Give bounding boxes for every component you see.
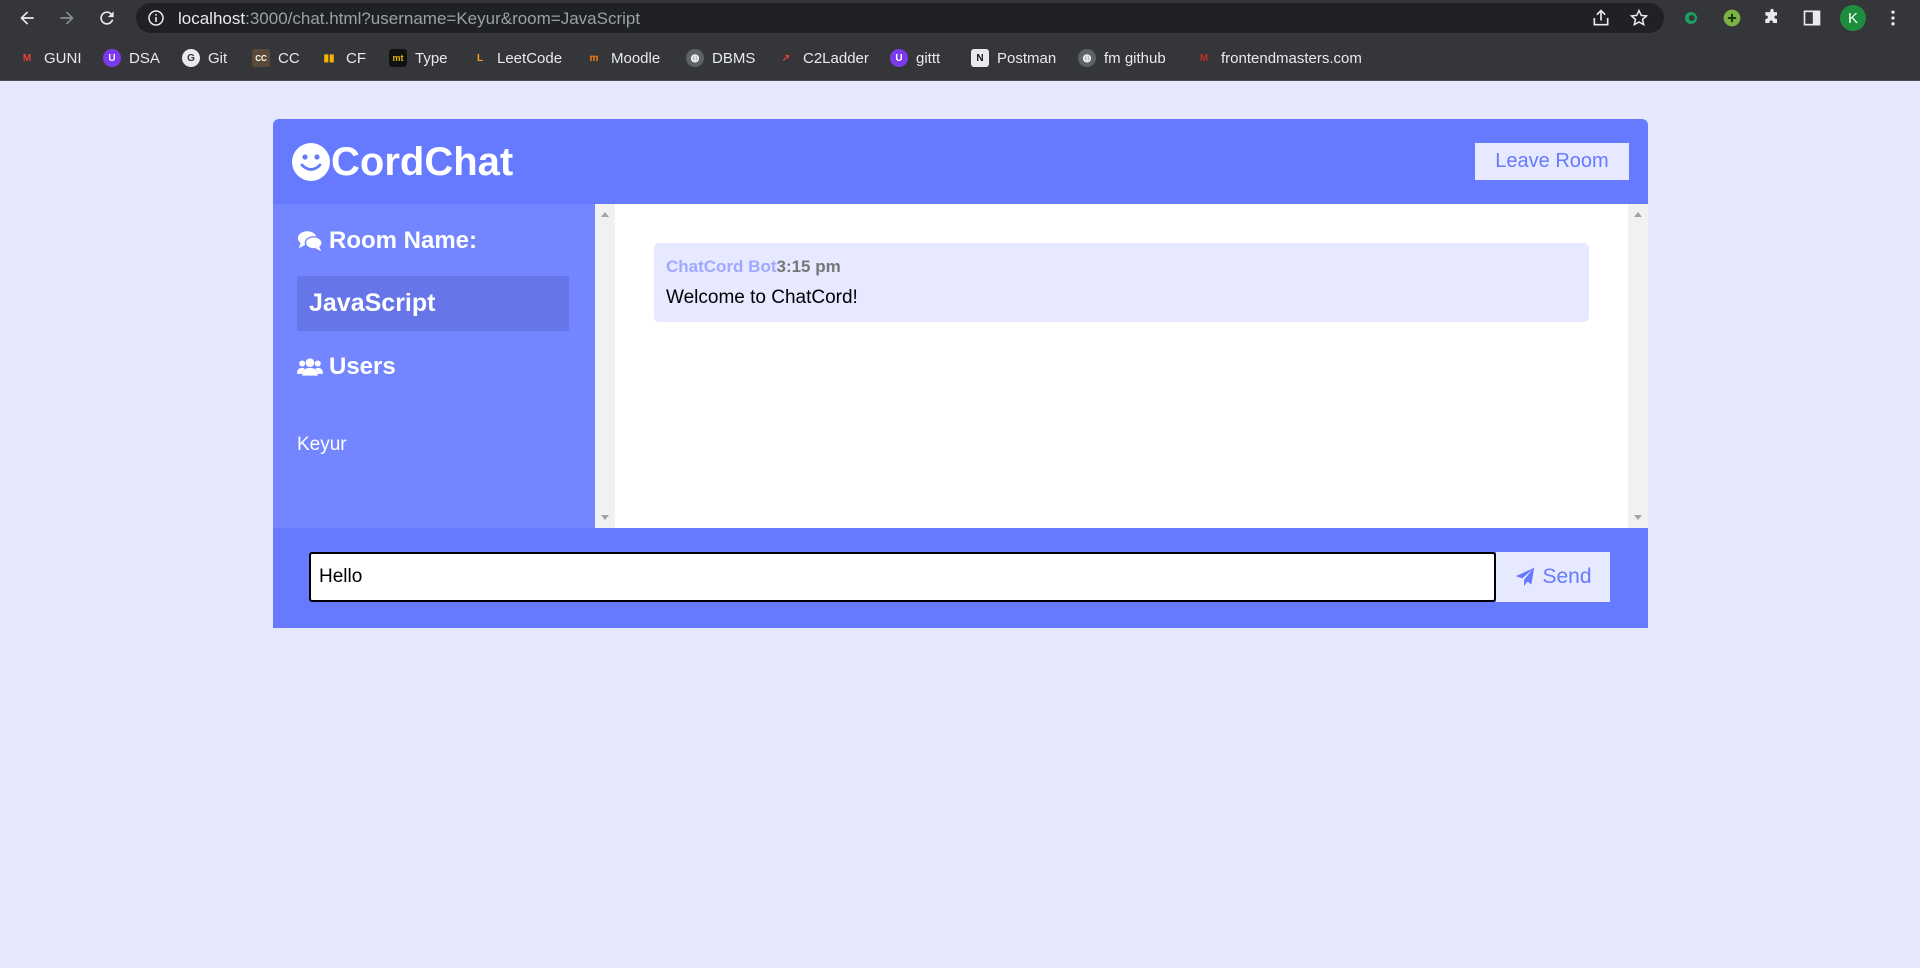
globe-icon: ◍ bbox=[1078, 49, 1096, 67]
message-time: 3:15 pm bbox=[776, 257, 841, 276]
bookmark-item[interactable]: ▮▮ CF bbox=[320, 47, 366, 69]
forward-arrow-icon bbox=[60, 11, 74, 25]
scroll-up-arrow-icon[interactable] bbox=[601, 212, 609, 217]
url-text: localhost:3000/chat.html?username=Keyur&… bbox=[178, 9, 641, 28]
bookmark-item[interactable]: G Git bbox=[182, 47, 227, 69]
extension-edge-button[interactable] bbox=[1678, 5, 1704, 31]
address-bar[interactable]: localhost:3000/chat.html?username=Keyur&… bbox=[136, 3, 1664, 33]
globe-icon: ◍ bbox=[686, 49, 704, 67]
users-title: Users bbox=[297, 352, 396, 382]
reload-icon bbox=[100, 11, 114, 25]
chat-form: Send bbox=[273, 528, 1648, 628]
paper-plane-icon bbox=[1516, 567, 1535, 587]
bookmark-item[interactable]: ↗ C2Ladder bbox=[777, 47, 869, 69]
message: ChatCord Bot3:15 pm Welcome to ChatCord! bbox=[654, 243, 1589, 322]
scroll-up-arrow-icon[interactable] bbox=[1634, 212, 1642, 217]
bookmark-item[interactable]: U DSA bbox=[103, 47, 160, 69]
forward-button[interactable] bbox=[54, 5, 80, 31]
side-panel-button[interactable] bbox=[1799, 5, 1825, 31]
user-list-item: Keyur bbox=[297, 434, 347, 455]
monkeytype-icon: mt bbox=[389, 49, 407, 67]
chat-sidebar: Room Name: JavaScript Users Keyur bbox=[273, 204, 595, 528]
side-panel-icon bbox=[1803, 10, 1821, 26]
edge-extension-icon bbox=[1685, 12, 1697, 24]
message-text: Welcome to ChatCord! bbox=[666, 287, 858, 308]
message-meta: ChatCord Bot3:15 pm bbox=[666, 257, 841, 277]
bookmark-item[interactable]: N Postman bbox=[971, 47, 1056, 69]
left-scrollbar[interactable] bbox=[595, 204, 615, 528]
extensions-button[interactable] bbox=[1759, 5, 1785, 31]
codeforces-icon: ▮▮ bbox=[323, 52, 335, 64]
codechef-icon: CC bbox=[252, 49, 270, 67]
bookmarks-bar: M GUNI U DSA G Git CC CC ▮▮ CF mt Type L LeetCo… bbox=[0, 35, 1920, 81]
moodle-icon: m bbox=[589, 52, 599, 64]
plus-extension-icon bbox=[1723, 9, 1741, 27]
bookmark-item[interactable]: Mfrontendmasters.com bbox=[1195, 47, 1362, 69]
users-icon bbox=[297, 358, 323, 376]
github-icon: G bbox=[182, 49, 200, 67]
bookmark-item[interactable]: CC CC bbox=[252, 47, 300, 69]
leetcode-icon: L bbox=[476, 52, 484, 64]
frontendmasters-icon: M bbox=[1199, 52, 1209, 64]
bookmark-item[interactable]: ◍ DBMS bbox=[686, 47, 755, 69]
bookmark-item[interactable]: L LeetCode bbox=[471, 47, 562, 69]
site-info-icon[interactable] bbox=[148, 10, 164, 26]
comments-icon bbox=[297, 231, 323, 252]
kebab-menu-icon bbox=[1891, 10, 1895, 26]
bookmark-star-button[interactable] bbox=[1626, 5, 1652, 31]
profile-avatar[interactable]: K bbox=[1840, 5, 1866, 31]
back-button[interactable] bbox=[14, 5, 40, 31]
chat-messages[interactable]: ChatCord Bot3:15 pm Welcome to ChatCord! bbox=[595, 204, 1648, 528]
share-icon bbox=[1593, 9, 1609, 26]
gmail-icon: M bbox=[22, 52, 32, 64]
scroll-down-arrow-icon[interactable] bbox=[601, 515, 609, 520]
extension-plus-button[interactable] bbox=[1719, 5, 1745, 31]
message-username: ChatCord Bot bbox=[666, 257, 777, 276]
room-name: JavaScript bbox=[297, 276, 569, 331]
bookmark-item[interactable]: M GUNI bbox=[18, 47, 82, 69]
room-title: Room Name: bbox=[297, 226, 477, 256]
scroll-down-arrow-icon[interactable] bbox=[1634, 515, 1642, 520]
app-title: CordChat bbox=[331, 139, 514, 184]
bookmark-item[interactable]: Ugittt bbox=[890, 47, 940, 69]
back-arrow-icon bbox=[20, 11, 34, 25]
udemy-icon: U bbox=[890, 49, 908, 67]
share-button[interactable] bbox=[1588, 5, 1614, 31]
reload-button[interactable] bbox=[94, 5, 120, 31]
notion-icon: N bbox=[971, 49, 989, 67]
message-input[interactable] bbox=[309, 552, 1496, 602]
browser-menu-button[interactable] bbox=[1880, 5, 1906, 31]
chat-header: CordChat Leave Room bbox=[273, 119, 1648, 204]
leave-room-button[interactable]: Leave Room bbox=[1475, 143, 1629, 180]
bookmark-item[interactable]: mt Type bbox=[389, 47, 448, 69]
send-button[interactable]: Send bbox=[1496, 552, 1610, 602]
bookmark-item[interactable]: ◍ fm github bbox=[1078, 47, 1166, 69]
chat-container: CordChat Leave Room Room Name: JavaScrip… bbox=[273, 119, 1648, 628]
c2ladder-icon: ↗ bbox=[781, 52, 791, 64]
bookmark-item[interactable]: m Moodle bbox=[585, 47, 661, 69]
star-icon bbox=[1629, 8, 1649, 27]
smiley-icon bbox=[292, 143, 330, 181]
app-logo: CordChat bbox=[291, 139, 513, 185]
right-scrollbar[interactable] bbox=[1628, 204, 1648, 528]
browser-toolbar: localhost:3000/chat.html?username=Keyur&… bbox=[0, 0, 1920, 35]
udemy-icon: U bbox=[103, 49, 121, 67]
puzzle-icon bbox=[1765, 8, 1777, 23]
